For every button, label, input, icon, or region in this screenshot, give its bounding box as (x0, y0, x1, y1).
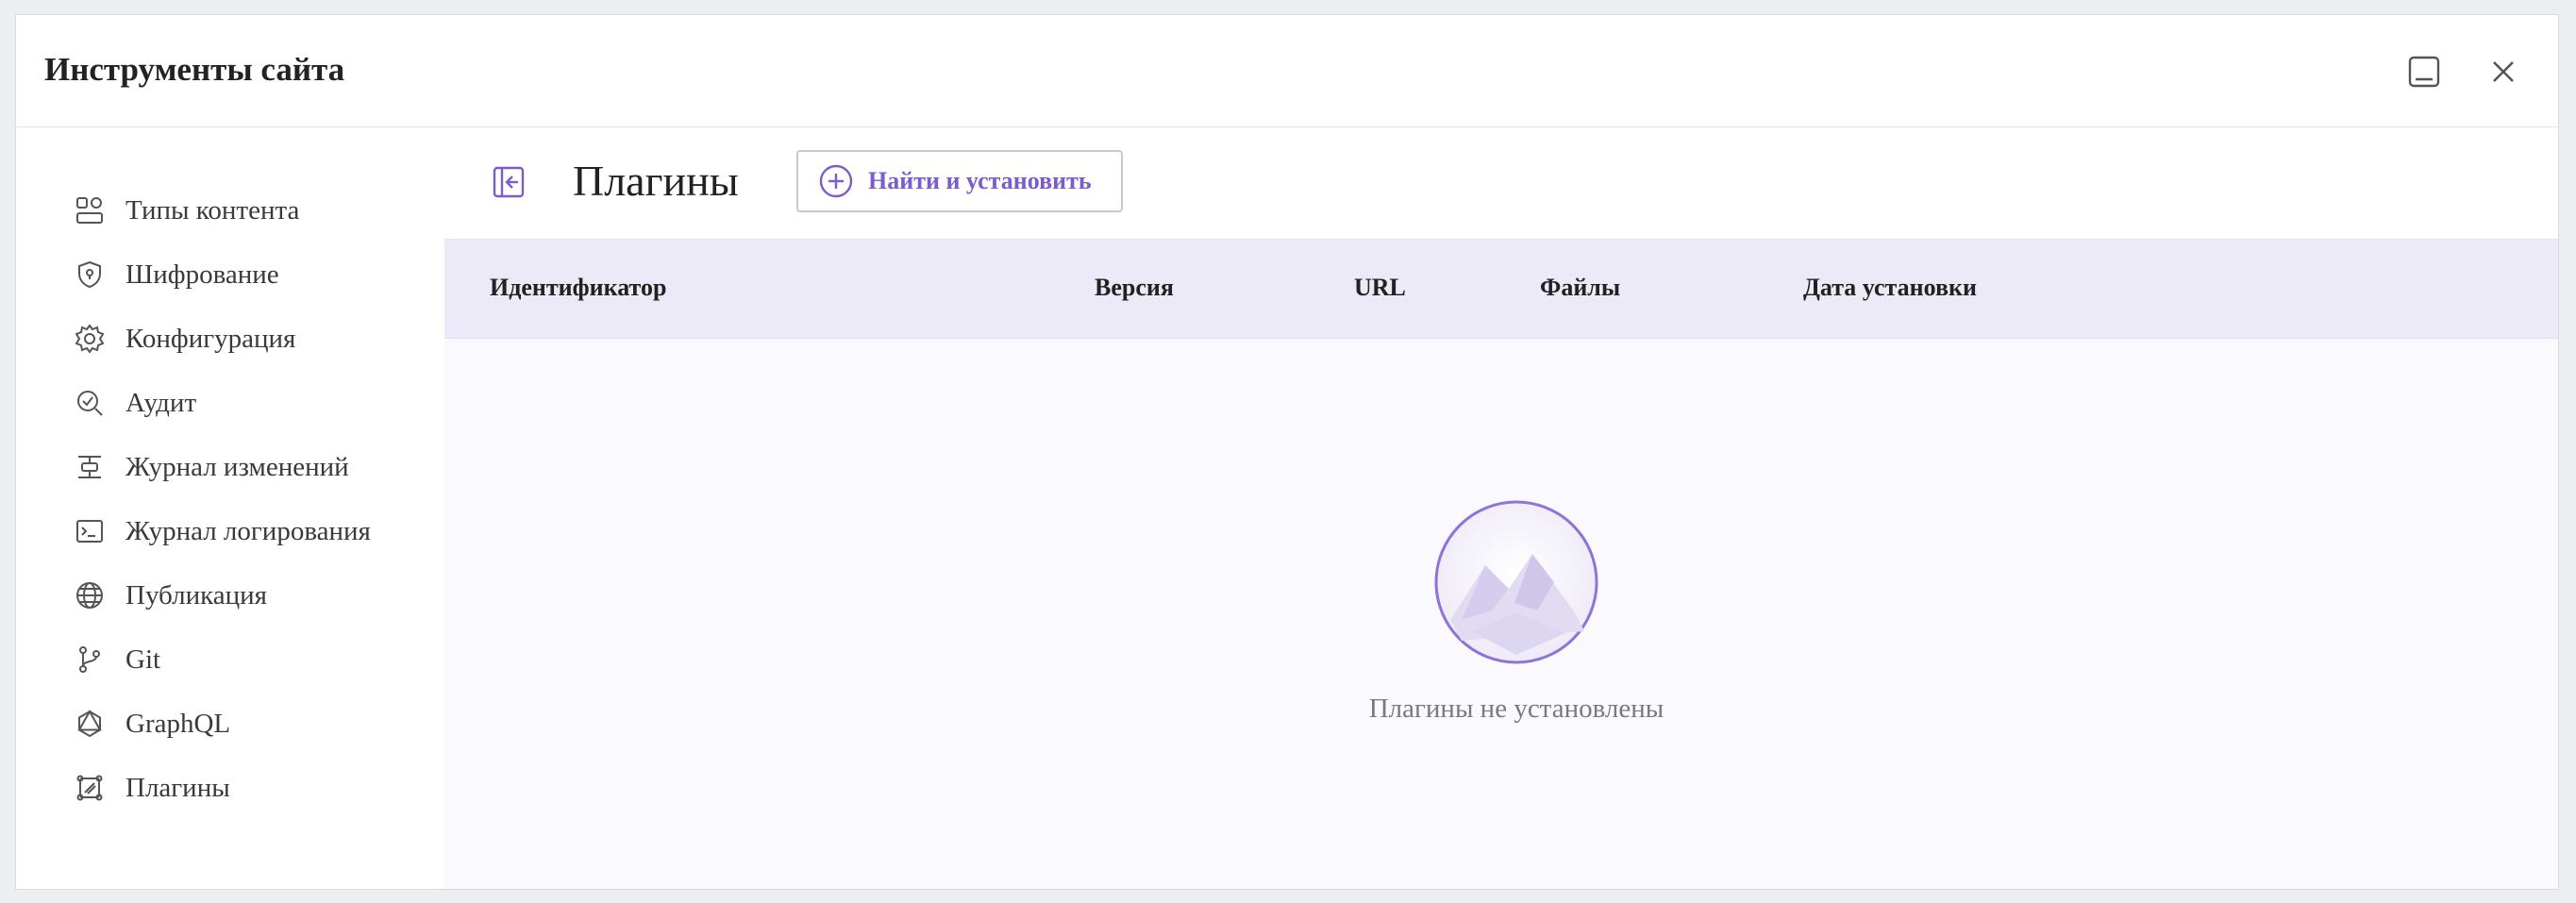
audit-search-icon (77, 391, 103, 416)
sidebar-item-audit[interactable]: Аудит (16, 371, 444, 435)
sidebar-item-label: Конфигурация (125, 323, 296, 354)
empty-state-message: Плагины не установлены (1368, 694, 1664, 724)
sidebar-item-git[interactable]: Git (16, 627, 444, 692)
globe-publish-icon (76, 582, 103, 609)
plus-circle-icon (819, 164, 853, 198)
table-header: Идентификатор Версия URL Файлы Дата уста… (444, 240, 2558, 339)
sidebar-item-encryption[interactable]: Шифрование (16, 242, 444, 307)
minimize-button[interactable] (2401, 49, 2447, 94)
sidebar-item-plugins[interactable]: Плагины (16, 756, 444, 820)
plugin-icon (76, 775, 103, 801)
column-header-install-date[interactable]: Дата установки (1803, 274, 1977, 302)
page-title: Плагины (573, 157, 739, 205)
site-tools-dialog: Инструменты сайта Типы контента Шифрован… (15, 14, 2559, 890)
main-content: Плагины Найти и установить Идентификатор… (444, 127, 2558, 889)
graphql-icon (77, 709, 102, 738)
sidebar-item-content-types[interactable]: Типы контента (16, 178, 444, 242)
shield-icon (78, 260, 101, 289)
empty-state: Плагины не установлены (444, 338, 2558, 889)
sidebar-item-configuration[interactable]: Конфигурация (16, 307, 444, 371)
find-and-install-button[interactable]: Найти и установить (796, 150, 1123, 212)
minimize-icon (2408, 56, 2440, 88)
column-header-identifier[interactable]: Идентификатор (490, 274, 666, 302)
terminal-icon (76, 520, 103, 543)
toolbar: Плагины Найти и установить (444, 127, 2558, 240)
sidebar-item-label: Шифрование (125, 259, 279, 290)
dialog-title: Инструменты сайта (44, 51, 345, 88)
sidebar-item-label: Плагины (125, 772, 230, 803)
sidebar-item-label: Журнал логирования (125, 515, 371, 546)
sidebar: Типы контента Шифрование Конфигурация Ау… (16, 127, 444, 889)
sidebar-item-label: Типы контента (125, 194, 300, 226)
sidebar-item-label: Git (125, 644, 161, 675)
sidebar-nav: Типы контента Шифрование Конфигурация Ау… (16, 178, 444, 820)
dialog-header: Инструменты сайта (16, 15, 2558, 127)
changelog-icon (78, 456, 101, 478)
sidebar-item-label: Журнал изменений (125, 451, 349, 482)
column-header-files[interactable]: Файлы (1540, 274, 1620, 302)
collapse-sidebar-icon (493, 166, 525, 198)
sidebar-item-label: Аудит (125, 387, 197, 418)
column-header-version[interactable]: Версия (1095, 274, 1174, 302)
collapse-sidebar-button[interactable] (490, 163, 527, 201)
sidebar-item-label: Публикация (125, 579, 267, 610)
empty-state-illustration (1434, 500, 1598, 664)
sidebar-item-publishing[interactable]: Публикация (16, 563, 444, 627)
column-header-url[interactable]: URL (1354, 274, 1406, 302)
sidebar-item-graphql[interactable]: GraphQL (16, 692, 444, 756)
content-types-icon (76, 197, 103, 224)
sidebar-item-logging[interactable]: Журнал логирования (16, 499, 444, 563)
close-icon (2493, 61, 2514, 82)
sidebar-item-changelog[interactable]: Журнал изменений (16, 435, 444, 499)
gear-icon (75, 324, 105, 354)
git-branch-icon (79, 646, 100, 673)
close-button[interactable] (2481, 49, 2526, 94)
sidebar-item-label: GraphQL (125, 708, 231, 739)
find-and-install-label: Найти и установить (868, 167, 1092, 194)
